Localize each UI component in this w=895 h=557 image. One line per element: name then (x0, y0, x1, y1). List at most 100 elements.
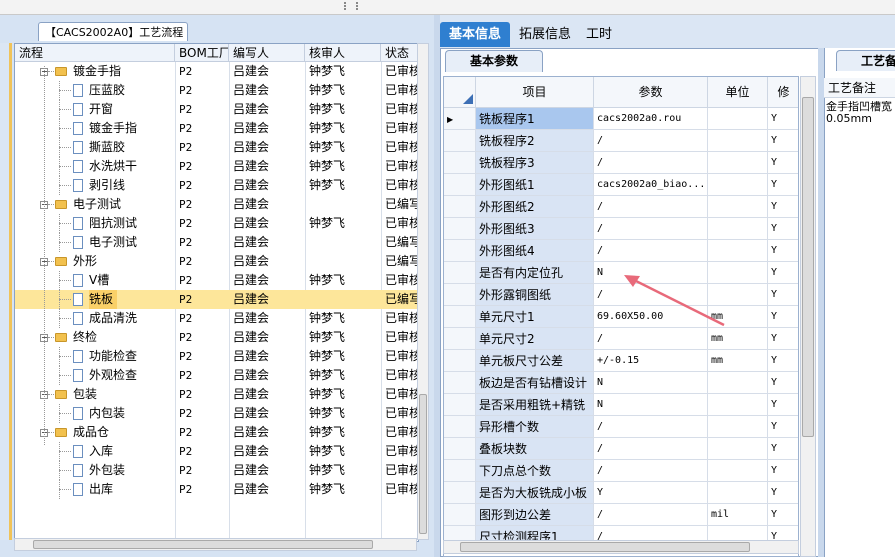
col-header-unit[interactable]: 单位 (708, 77, 768, 108)
tree-group-row[interactable]: − 镀金手指 P2 吕建会 钟梦飞 已审核 (15, 62, 418, 81)
tab-process-notes[interactable]: 工艺备注 (836, 50, 895, 71)
param-row[interactable]: 叠板块数 / Y (444, 438, 798, 460)
tab-extended-info[interactable]: 拓展信息 (514, 22, 576, 47)
row-indicator[interactable] (444, 394, 476, 416)
tree-group-row[interactable]: − 成品仓 P2 吕建会 钟梦飞 已审核 (15, 423, 418, 442)
tree-item-row[interactable]: 水洗烘干 P2 吕建会 钟梦飞 已审核 (15, 157, 418, 176)
param-row[interactable]: 铣板程序3/ Y (444, 152, 798, 174)
param-value-cell[interactable]: / (594, 416, 708, 438)
param-row[interactable]: 外形图纸2/ Y (444, 196, 798, 218)
param-value-cell[interactable]: Y (594, 482, 708, 504)
param-value-cell[interactable]: / (594, 460, 708, 482)
param-row[interactable]: 异形槽个数 / Y (444, 416, 798, 438)
tree-item-row[interactable]: 开窗 P2 吕建会 钟梦飞 已审核 (15, 100, 418, 119)
param-value-cell[interactable]: / (594, 196, 708, 218)
tree-horizontal-scrollbar[interactable] (14, 538, 417, 551)
param-row[interactable]: 铣板程序2/ Y (444, 130, 798, 152)
tree-item-row[interactable]: 镀金手指 P2 吕建会 钟梦飞 已审核 (15, 119, 418, 138)
tree-vertical-scrollbar[interactable] (417, 43, 429, 540)
param-row[interactable]: 是否采用粗铣+精铣 N Y (444, 394, 798, 416)
col-header-bom[interactable]: BOM工厂 (175, 44, 229, 62)
row-indicator[interactable] (444, 262, 476, 284)
row-indicator[interactable] (444, 284, 476, 306)
scroll-thumb[interactable] (802, 97, 814, 437)
row-indicator[interactable] (444, 218, 476, 240)
col-header-flag[interactable]: 修 (768, 77, 798, 108)
scroll-thumb[interactable] (460, 542, 750, 552)
params-vertical-scrollbar[interactable] (800, 76, 816, 557)
tab-work-hours[interactable]: 工时 (580, 22, 618, 47)
row-indicator[interactable] (444, 504, 476, 526)
tree-group-row[interactable]: − 包装 P2 吕建会 钟梦飞 已审核 (15, 385, 418, 404)
tree-item-row[interactable]: 剥引线 P2 吕建会 钟梦飞 已审核 (15, 176, 418, 195)
param-row[interactable]: 下刀点总个数 / Y (444, 460, 798, 482)
param-value-cell[interactable]: / (594, 218, 708, 240)
row-indicator[interactable] (444, 130, 476, 152)
tree-connector (48, 337, 54, 338)
tree-item-row[interactable]: 铣板 P2 吕建会 已编写 (15, 290, 418, 309)
param-value-cell[interactable]: / (594, 240, 708, 262)
col-header-reviewer[interactable]: 核审人 (305, 44, 381, 62)
col-header-status[interactable]: 状态 (381, 44, 418, 62)
tree-item-row[interactable]: 压蓝胶 P2 吕建会 钟梦飞 已审核 (15, 81, 418, 100)
param-row[interactable]: 是否为大板铣成小板 Y Y (444, 482, 798, 504)
tree-item-row[interactable]: 外观检查 P2 吕建会 钟梦飞 已审核 (15, 366, 418, 385)
row-indicator[interactable] (444, 174, 476, 196)
param-row[interactable]: 外形图纸1 cacs2002a0_biao... Y (444, 174, 798, 196)
row-indicator[interactable] (444, 350, 476, 372)
tree-item-row[interactable]: 入库 P2 吕建会 钟梦飞 已审核 (15, 442, 418, 461)
param-value-cell[interactable]: cacs2002a0.rou (594, 108, 708, 130)
tree-group-row[interactable]: − 终检 P2 吕建会 钟梦飞 已审核 (15, 328, 418, 347)
row-indicator[interactable] (444, 240, 476, 262)
row-indicator[interactable] (444, 328, 476, 350)
row-indicator[interactable] (444, 460, 476, 482)
param-value-cell[interactable]: +/-0.15 (594, 350, 708, 372)
param-row[interactable]: 图形到边公差 / mil Y (444, 504, 798, 526)
param-value-cell[interactable]: / (594, 438, 708, 460)
row-indicator[interactable] (444, 416, 476, 438)
col-header-value[interactable]: 参数 (594, 77, 708, 108)
tree-item-row[interactable]: 阻抗测试 P2 吕建会 钟梦飞 已审核 (15, 214, 418, 233)
col-header-item[interactable]: 项目 (476, 77, 594, 108)
param-row[interactable]: 外形图纸4/ Y (444, 240, 798, 262)
row-indicator[interactable]: ▶ (444, 108, 476, 130)
param-row[interactable]: 外形图纸3/ Y (444, 218, 798, 240)
row-indicator[interactable] (444, 372, 476, 394)
param-value-cell[interactable]: / (594, 152, 708, 174)
param-value-cell[interactable]: N (594, 394, 708, 416)
param-value-cell[interactable]: / (594, 328, 708, 350)
tree-item-row[interactable]: 内包装 P2 吕建会 钟梦飞 已审核 (15, 404, 418, 423)
params-horizontal-scrollbar[interactable] (443, 540, 799, 554)
tab-basic-params[interactable]: 基本参数 (445, 50, 543, 72)
scroll-thumb[interactable] (419, 394, 427, 534)
tree-item-row[interactable]: 撕蓝胶 P2 吕建会 钟梦飞 已审核 (15, 138, 418, 157)
param-value-cell[interactable]: cacs2002a0_biao... (594, 174, 708, 196)
tree-group-row[interactable]: − 外形 P2 吕建会 已编写 (15, 252, 418, 271)
param-value-cell[interactable]: N (594, 372, 708, 394)
tab-basic-info[interactable]: 基本信息 (440, 22, 510, 47)
param-row[interactable]: ▶ 铣板程序1 cacs2002a0.rou Y (444, 108, 798, 130)
tree-group-row[interactable]: − 电子测试 P2 吕建会 已编写 (15, 195, 418, 214)
param-unit-cell: mm (708, 350, 768, 372)
param-row[interactable]: 板边是否有钻槽设计 N Y (444, 372, 798, 394)
process-flow-tab[interactable]: 【CACS2002A0】工艺流程 (38, 22, 188, 41)
row-indicator[interactable] (444, 438, 476, 460)
scroll-thumb[interactable] (33, 540, 373, 549)
row-indicator[interactable] (444, 196, 476, 218)
param-value-cell[interactable]: / (594, 504, 708, 526)
row-indicator[interactable] (444, 482, 476, 504)
param-row[interactable]: 单元板尺寸公差 +/-0.15 mm Y (444, 350, 798, 372)
col-header-author[interactable]: 编写人 (229, 44, 305, 62)
col-header-flow[interactable]: 流程 (15, 44, 175, 62)
splitter-grip-icon[interactable] (344, 2, 358, 10)
row-indicator[interactable] (444, 306, 476, 328)
tree-item-row[interactable]: 外包装 P2 吕建会 钟梦飞 已审核 (15, 461, 418, 480)
tree-item-row[interactable]: V槽 P2 吕建会 钟梦飞 已审核 (15, 271, 418, 290)
tree-item-row[interactable]: 出库 P2 吕建会 钟梦飞 已审核 (15, 480, 418, 499)
param-value-cell[interactable]: / (594, 130, 708, 152)
row-indicator[interactable] (444, 152, 476, 174)
tree-item-row[interactable]: 成品清洗 P2 吕建会 钟梦飞 已审核 (15, 309, 418, 328)
param-row[interactable]: 单元尺寸2/mm Y (444, 328, 798, 350)
tree-item-row[interactable]: 功能检查 P2 吕建会 钟梦飞 已审核 (15, 347, 418, 366)
tree-item-row[interactable]: 电子测试 P2 吕建会 已编写 (15, 233, 418, 252)
